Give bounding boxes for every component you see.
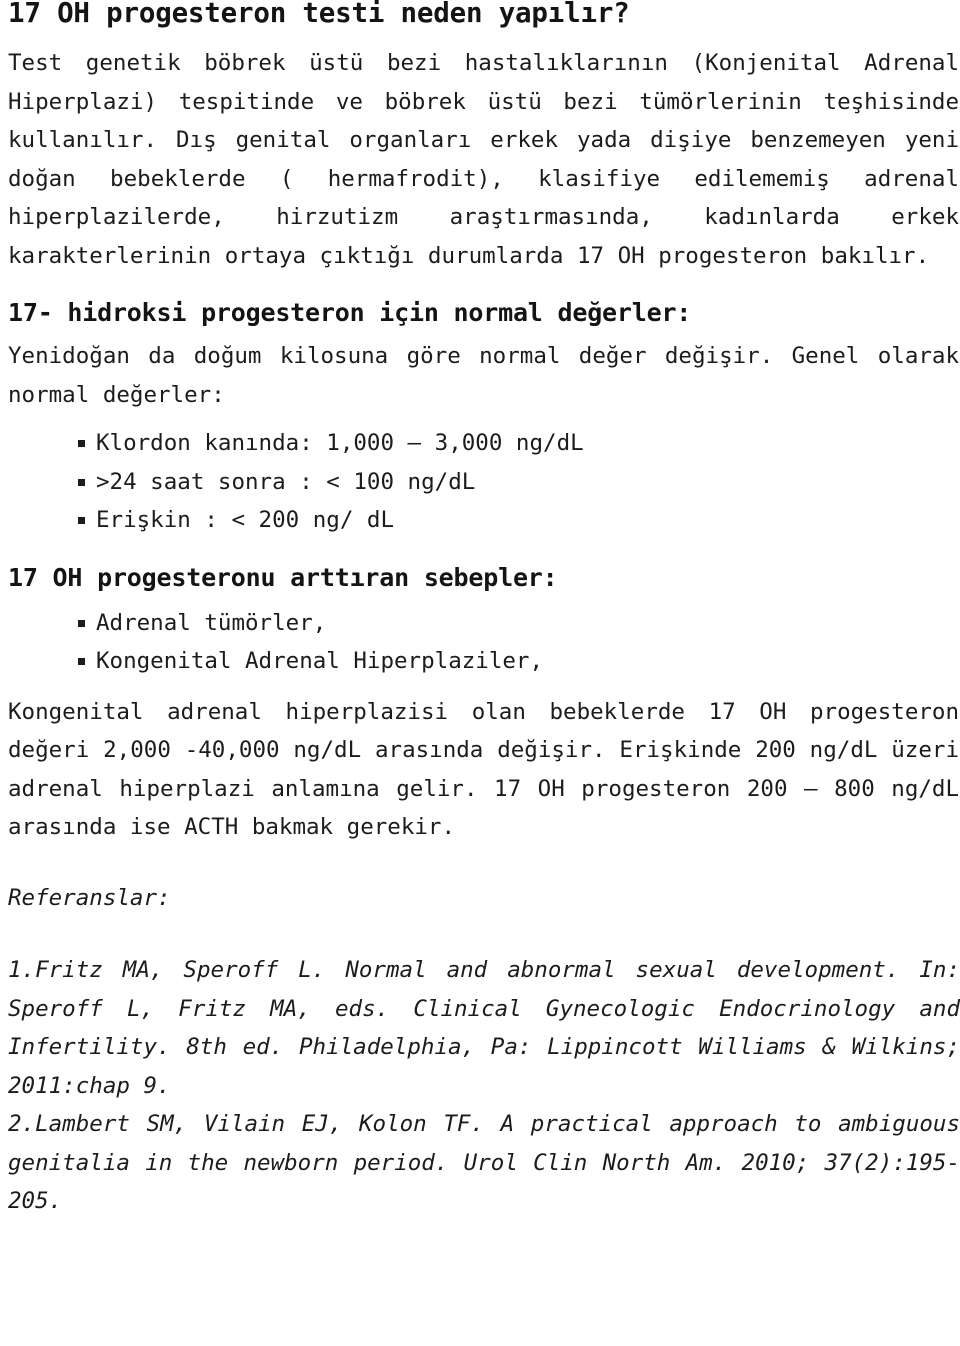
normal-values-list: Klordon kanında: 1,000 – 3,000 ng/dL >24…: [8, 424, 960, 540]
normal-values-intro-paragraph: Yenidoğan da doğum kilosuna göre normal …: [8, 343, 959, 408]
list-item: Adrenal tümörler,: [78, 604, 960, 643]
list-item: >24 saat sonra : < 100 ng/dL: [78, 463, 960, 502]
list-item: Erişkin : < 200 ng/ dL: [78, 501, 960, 540]
list-item: Kongenital Adrenal Hiperplaziler,: [78, 642, 960, 681]
bullet-square-icon: [78, 517, 85, 525]
bullet-square-icon: [78, 440, 85, 448]
bullet-square-icon: [78, 658, 85, 666]
list-item-label: Erişkin : < 200 ng/ dL: [96, 507, 395, 533]
reference-entry: 2.Lambert SM, Vilain EJ, Kolon TF. A pra…: [8, 1111, 960, 1214]
list-item-label: Klordon kanında: 1,000 – 3,000 ng/dL: [96, 430, 584, 456]
intro-paragraph: Test genetik böbrek üstü bezi hastalıkla…: [8, 50, 959, 269]
page-title: 17 OH progesteron testi neden yapılır?: [8, 0, 630, 29]
reference-entry: 1.Fritz MA, Speroff L. Normal and abnorm…: [8, 957, 960, 1099]
bullet-square-icon: [78, 619, 85, 627]
causes-paragraph: Kongenital adrenal hiperplazisi olan beb…: [8, 698, 959, 841]
list-item: Klordon kanında: 1,000 – 3,000 ng/dL: [78, 424, 960, 463]
section-heading-causes: 17 OH progesteronu arttıran sebepler:: [8, 562, 558, 592]
list-item-label: Kongenital Adrenal Hiperplaziler,: [96, 648, 544, 674]
bullet-square-icon: [78, 478, 85, 486]
causes-list: Adrenal tümörler, Kongenital Adrenal Hip…: [8, 604, 960, 681]
section-heading-normal-values: 17- hidroksi progesteron için normal değ…: [8, 298, 692, 327]
document-page: 17 OH progesteron testi neden yapılır? T…: [0, 0, 960, 1221]
references-label: Referanslar:: [8, 884, 171, 911]
list-item-label: >24 saat sonra : < 100 ng/dL: [96, 468, 476, 495]
references-section: Referanslar: 1.Fritz MA, Speroff L. Norm…: [8, 879, 960, 1221]
list-item-label: Adrenal tümörler,: [96, 609, 327, 636]
